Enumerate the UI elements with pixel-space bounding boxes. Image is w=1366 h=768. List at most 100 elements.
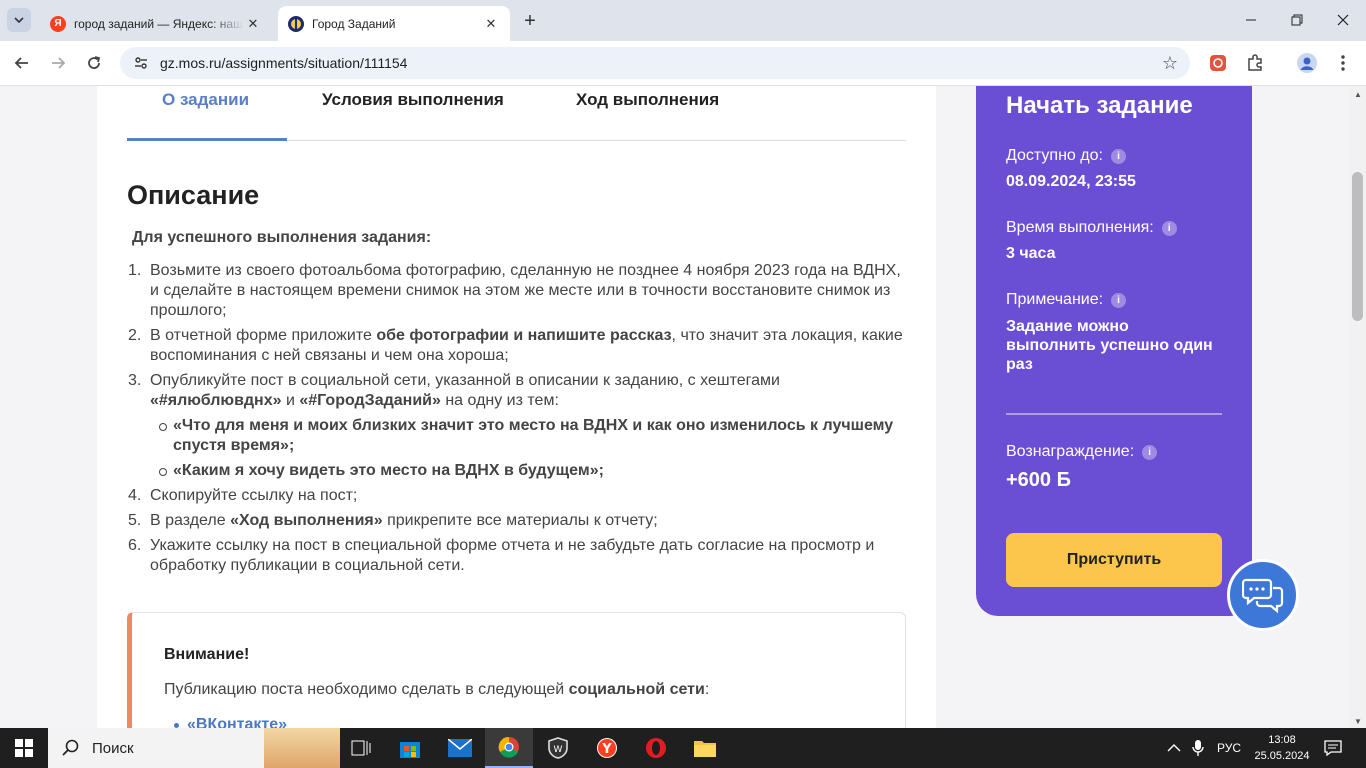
taskbar-opera[interactable] (632, 728, 680, 768)
search-icon (62, 739, 79, 756)
page-viewport: О задании Условия выполнения Ход выполне… (0, 86, 1350, 728)
info-icon[interactable]: i (1110, 148, 1126, 164)
clock-time: 13:08 (1268, 734, 1296, 746)
bookmark-star-icon[interactable]: ☆ (1162, 53, 1178, 74)
assignment-main-card: О задании Условия выполнения Ход выполне… (97, 86, 936, 728)
tab-title: Город Заданий (312, 16, 396, 31)
step-item: 1. Возьмите из своего фотоальбома фотогр… (128, 262, 901, 319)
start-button[interactable] (0, 728, 48, 768)
windows-logo-icon (15, 739, 33, 757)
yandex-favicon-icon: Я (50, 15, 66, 32)
back-button[interactable] (8, 49, 36, 77)
taskbar-mail[interactable] (436, 728, 484, 768)
browser-tab-yandex[interactable]: Я город заданий — Яндекс: наш ✕ (40, 6, 272, 41)
tab-title: город заданий — Яндекс: наш (74, 16, 243, 31)
microphone-icon[interactable] (1192, 728, 1204, 768)
svg-text:Y: Y (601, 742, 612, 757)
close-window-button[interactable] (1320, 0, 1366, 40)
step-item: 2. В отчетной форме приложите обе фотогр… (128, 327, 903, 364)
tray-chevron-up-icon[interactable] (1167, 728, 1181, 768)
taskbar-clock[interactable]: 13:08 25.05.2024 (1252, 732, 1312, 764)
profile-avatar-icon[interactable] (1296, 52, 1318, 74)
search-highlight-image (264, 728, 340, 768)
browser-tab-strip: Я город заданий — Яндекс: наш ✕ Город За… (0, 0, 1366, 41)
step-item: 3. Опубликуйте пост в социальной сети, у… (128, 371, 910, 481)
restore-icon (1291, 14, 1303, 26)
new-tab-button[interactable]: + (518, 9, 542, 33)
attention-notice: Внимание! Публикацию поста необходимо сд… (127, 612, 906, 728)
info-icon[interactable]: i (1161, 220, 1177, 236)
chat-support-button[interactable] (1227, 559, 1299, 631)
active-tab-indicator (127, 138, 287, 141)
input-language-indicator[interactable]: РУС (1217, 728, 1241, 768)
site-info-icon[interactable] (132, 54, 150, 72)
divider (1006, 413, 1222, 415)
taskbar-game-app[interactable]: W (534, 728, 582, 768)
assignment-tabs: О задании Условия выполнения Ход выполне… (127, 86, 906, 141)
tab-conditions[interactable]: Условия выполнения (322, 90, 504, 110)
forward-button[interactable] (44, 49, 72, 77)
scroll-down-icon[interactable]: ▼ (1354, 717, 1362, 726)
duration-value: 3 часа (1006, 245, 1056, 262)
address-bar[interactable]: gz.mos.ru/assignments/situation/111154 ☆ (120, 47, 1190, 79)
start-task-button[interactable]: Приступить (1006, 533, 1222, 587)
chat-icon (1242, 578, 1284, 614)
start-task-card: Начать задание Доступно до: i 08.09.2024… (976, 86, 1252, 616)
scroll-up-icon[interactable]: ▲ (1354, 90, 1362, 99)
menu-kebab-icon[interactable] (1332, 52, 1354, 74)
arrow-right-icon (52, 57, 66, 69)
restore-button[interactable] (1274, 0, 1320, 40)
tab-about[interactable]: О задании (162, 90, 249, 110)
search-placeholder: Поиск (92, 739, 134, 757)
tab-search-button[interactable] (7, 8, 31, 32)
vkontakte-link[interactable]: «ВКонтакте» (187, 716, 287, 728)
description-title: Описание (127, 180, 260, 210)
taskbar-yandex-browser[interactable]: Y (583, 728, 631, 768)
taskbar-file-explorer[interactable] (681, 728, 729, 768)
topics-list: «Что для меня и моих близких значит это … (159, 416, 910, 481)
yandex-icon: Y (597, 738, 617, 758)
tab-progress[interactable]: Ход выполнения (576, 90, 719, 110)
windows-taskbar: Поиск W Y РУС 13:08 25.05.2024 (0, 728, 1366, 768)
reward-value: +600 Б (1006, 469, 1071, 491)
arrow-left-icon (14, 57, 28, 69)
chrome-icon (498, 736, 519, 758)
start-task-title: Начать задание (1006, 92, 1193, 119)
store-icon (400, 742, 420, 758)
svg-text:W: W (554, 745, 563, 755)
gz-favicon-icon (288, 15, 304, 32)
step-item: 4. Скопируйте ссылку на пост; (128, 487, 358, 504)
step-item: 5. В разделе «Ход выполнения» прикрепите… (128, 512, 658, 529)
reload-icon (88, 56, 101, 69)
info-icon[interactable]: i (1111, 292, 1127, 308)
minimize-icon (1246, 19, 1256, 21)
available-until-label: Доступно до: i (1006, 147, 1126, 165)
browser-tab-gorod-zadaniy[interactable]: Город Заданий ✕ (278, 6, 510, 41)
note-value: Задание можно выполнить успешно один раз (1006, 318, 1213, 373)
mail-icon (448, 739, 472, 757)
note-label: Примечание: i (1006, 291, 1127, 309)
info-icon[interactable]: i (1142, 444, 1158, 460)
close-tab-icon[interactable]: ✕ (244, 15, 262, 33)
reward-label: Вознаграждение: i (1006, 443, 1158, 461)
notice-title: Внимание! (164, 646, 250, 663)
notice-text: Публикацию поста необходимо сделать в сл… (164, 681, 710, 698)
scroll-thumb[interactable] (1352, 172, 1363, 321)
clock-date: 25.05.2024 (1254, 750, 1310, 762)
topic-item: «Каким я хочу видеть это место на ВДНХ в… (159, 461, 910, 481)
taskbar-chrome[interactable] (485, 728, 533, 768)
task-view-button[interactable] (337, 728, 385, 768)
extensions-puzzle-icon[interactable] (1244, 52, 1266, 74)
taskbar-search[interactable]: Поиск (48, 728, 340, 768)
minimize-button[interactable] (1228, 0, 1274, 40)
close-tab-icon[interactable]: ✕ (482, 15, 500, 33)
page-scrollbar[interactable]: ▲ ▼ (1350, 86, 1366, 728)
notifications-icon[interactable] (1324, 728, 1342, 768)
chevron-down-icon (14, 17, 24, 24)
browser-toolbar: gz.mos.ru/assignments/situation/111154 ☆ (0, 41, 1366, 86)
reload-button[interactable] (80, 49, 108, 77)
extension-red-icon[interactable] (1207, 52, 1229, 74)
shield-icon: W (548, 737, 568, 759)
taskbar-store[interactable] (386, 728, 434, 768)
topic-item: «Что для меня и моих близких значит это … (159, 416, 910, 456)
